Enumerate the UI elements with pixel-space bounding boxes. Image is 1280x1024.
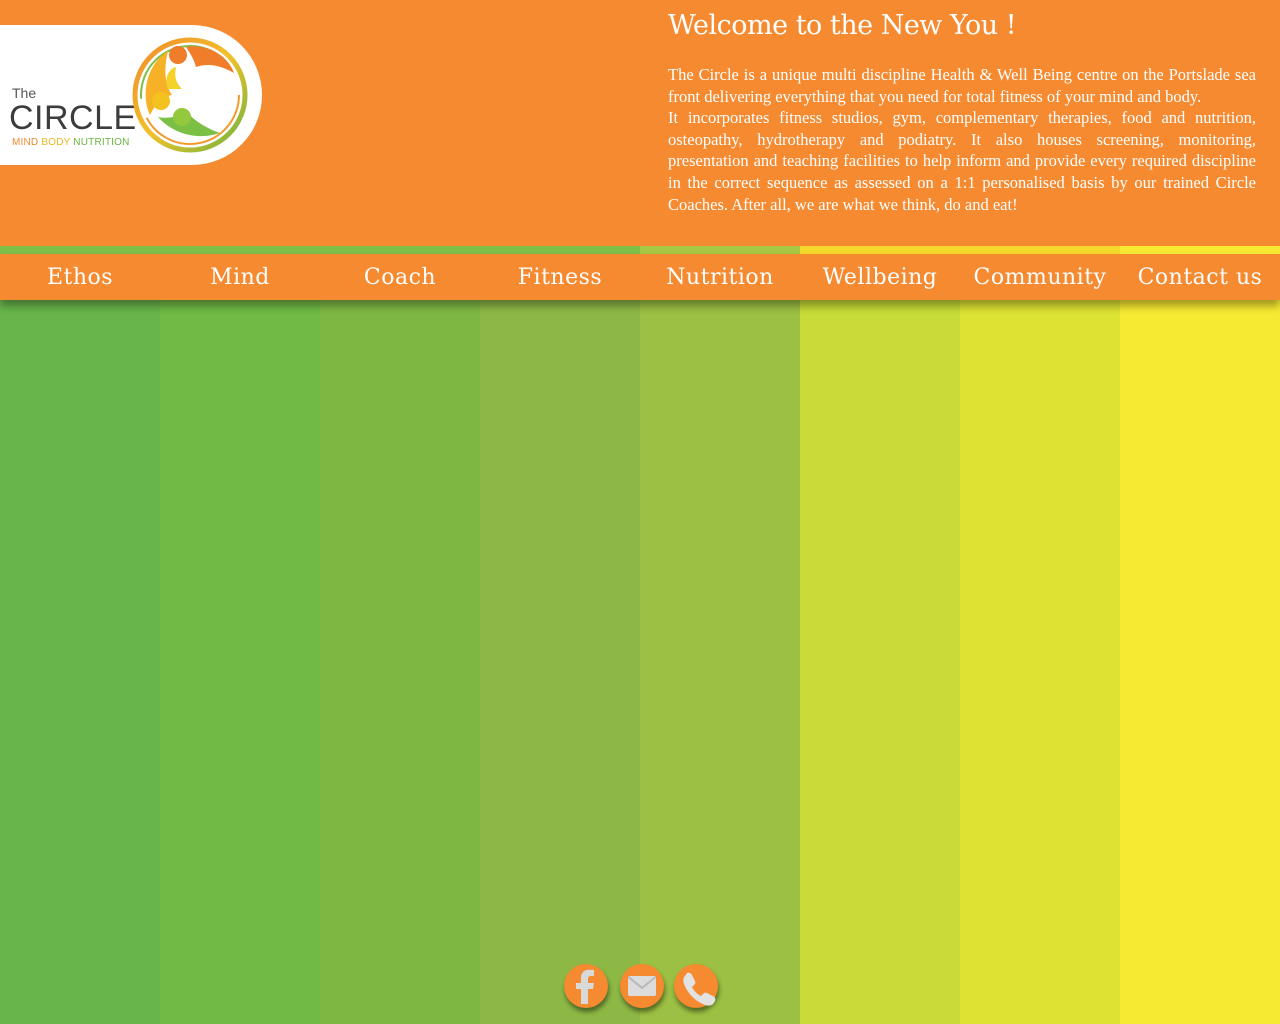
nav-item-fitness[interactable]: Fitness [480, 254, 640, 300]
facebook-button[interactable] [564, 964, 608, 1008]
accent-segment [480, 246, 640, 254]
phone-button[interactable] [674, 964, 718, 1008]
logo-tagline: MIND BODY NUTRITION [12, 137, 130, 148]
page-title: Welcome to the New You ! [668, 10, 1017, 41]
accent-segment [160, 246, 320, 254]
nav-item-wellbeing[interactable]: Wellbeing [800, 254, 960, 300]
accent-bar [0, 246, 1280, 254]
accent-segment [960, 246, 1120, 254]
accent-segment [1120, 246, 1280, 254]
logo-name: CIRCLE [9, 99, 137, 137]
intro-paragraph: The Circle is a unique multi discipline … [668, 65, 1256, 106]
accent-segment [800, 246, 960, 254]
nav-item-nutrition[interactable]: Nutrition [640, 254, 800, 300]
accent-segment [0, 246, 160, 254]
nav-item-community[interactable]: Community [960, 254, 1120, 300]
accent-segment [320, 246, 480, 254]
nav-item-mind[interactable]: Mind [160, 254, 320, 300]
email-icon [627, 976, 657, 996]
nav-item-coach[interactable]: Coach [320, 254, 480, 300]
email-button[interactable] [620, 964, 664, 1008]
phone-icon [683, 972, 716, 1006]
intro-text: The Circle is a unique multi discipline … [668, 64, 1256, 215]
facebook-icon [576, 969, 594, 1004]
accent-segment [640, 246, 800, 254]
nav-item-ethos[interactable]: Ethos [0, 254, 160, 300]
intro-paragraph: It incorporates fitness studios, gym, co… [668, 108, 1256, 214]
main-nav: Ethos Mind Coach Fitness Nutrition Wellb… [0, 254, 1280, 300]
logo[interactable]: The CIRCLE MIND BODY NUTRITION [0, 25, 262, 165]
nav-item-contact-us[interactable]: Contact us [1120, 254, 1280, 300]
header: The CIRCLE MIND BODY NUTRITION Welcome t… [0, 0, 1280, 246]
social-links [564, 964, 724, 1010]
circle-people-logo-icon [132, 37, 248, 153]
